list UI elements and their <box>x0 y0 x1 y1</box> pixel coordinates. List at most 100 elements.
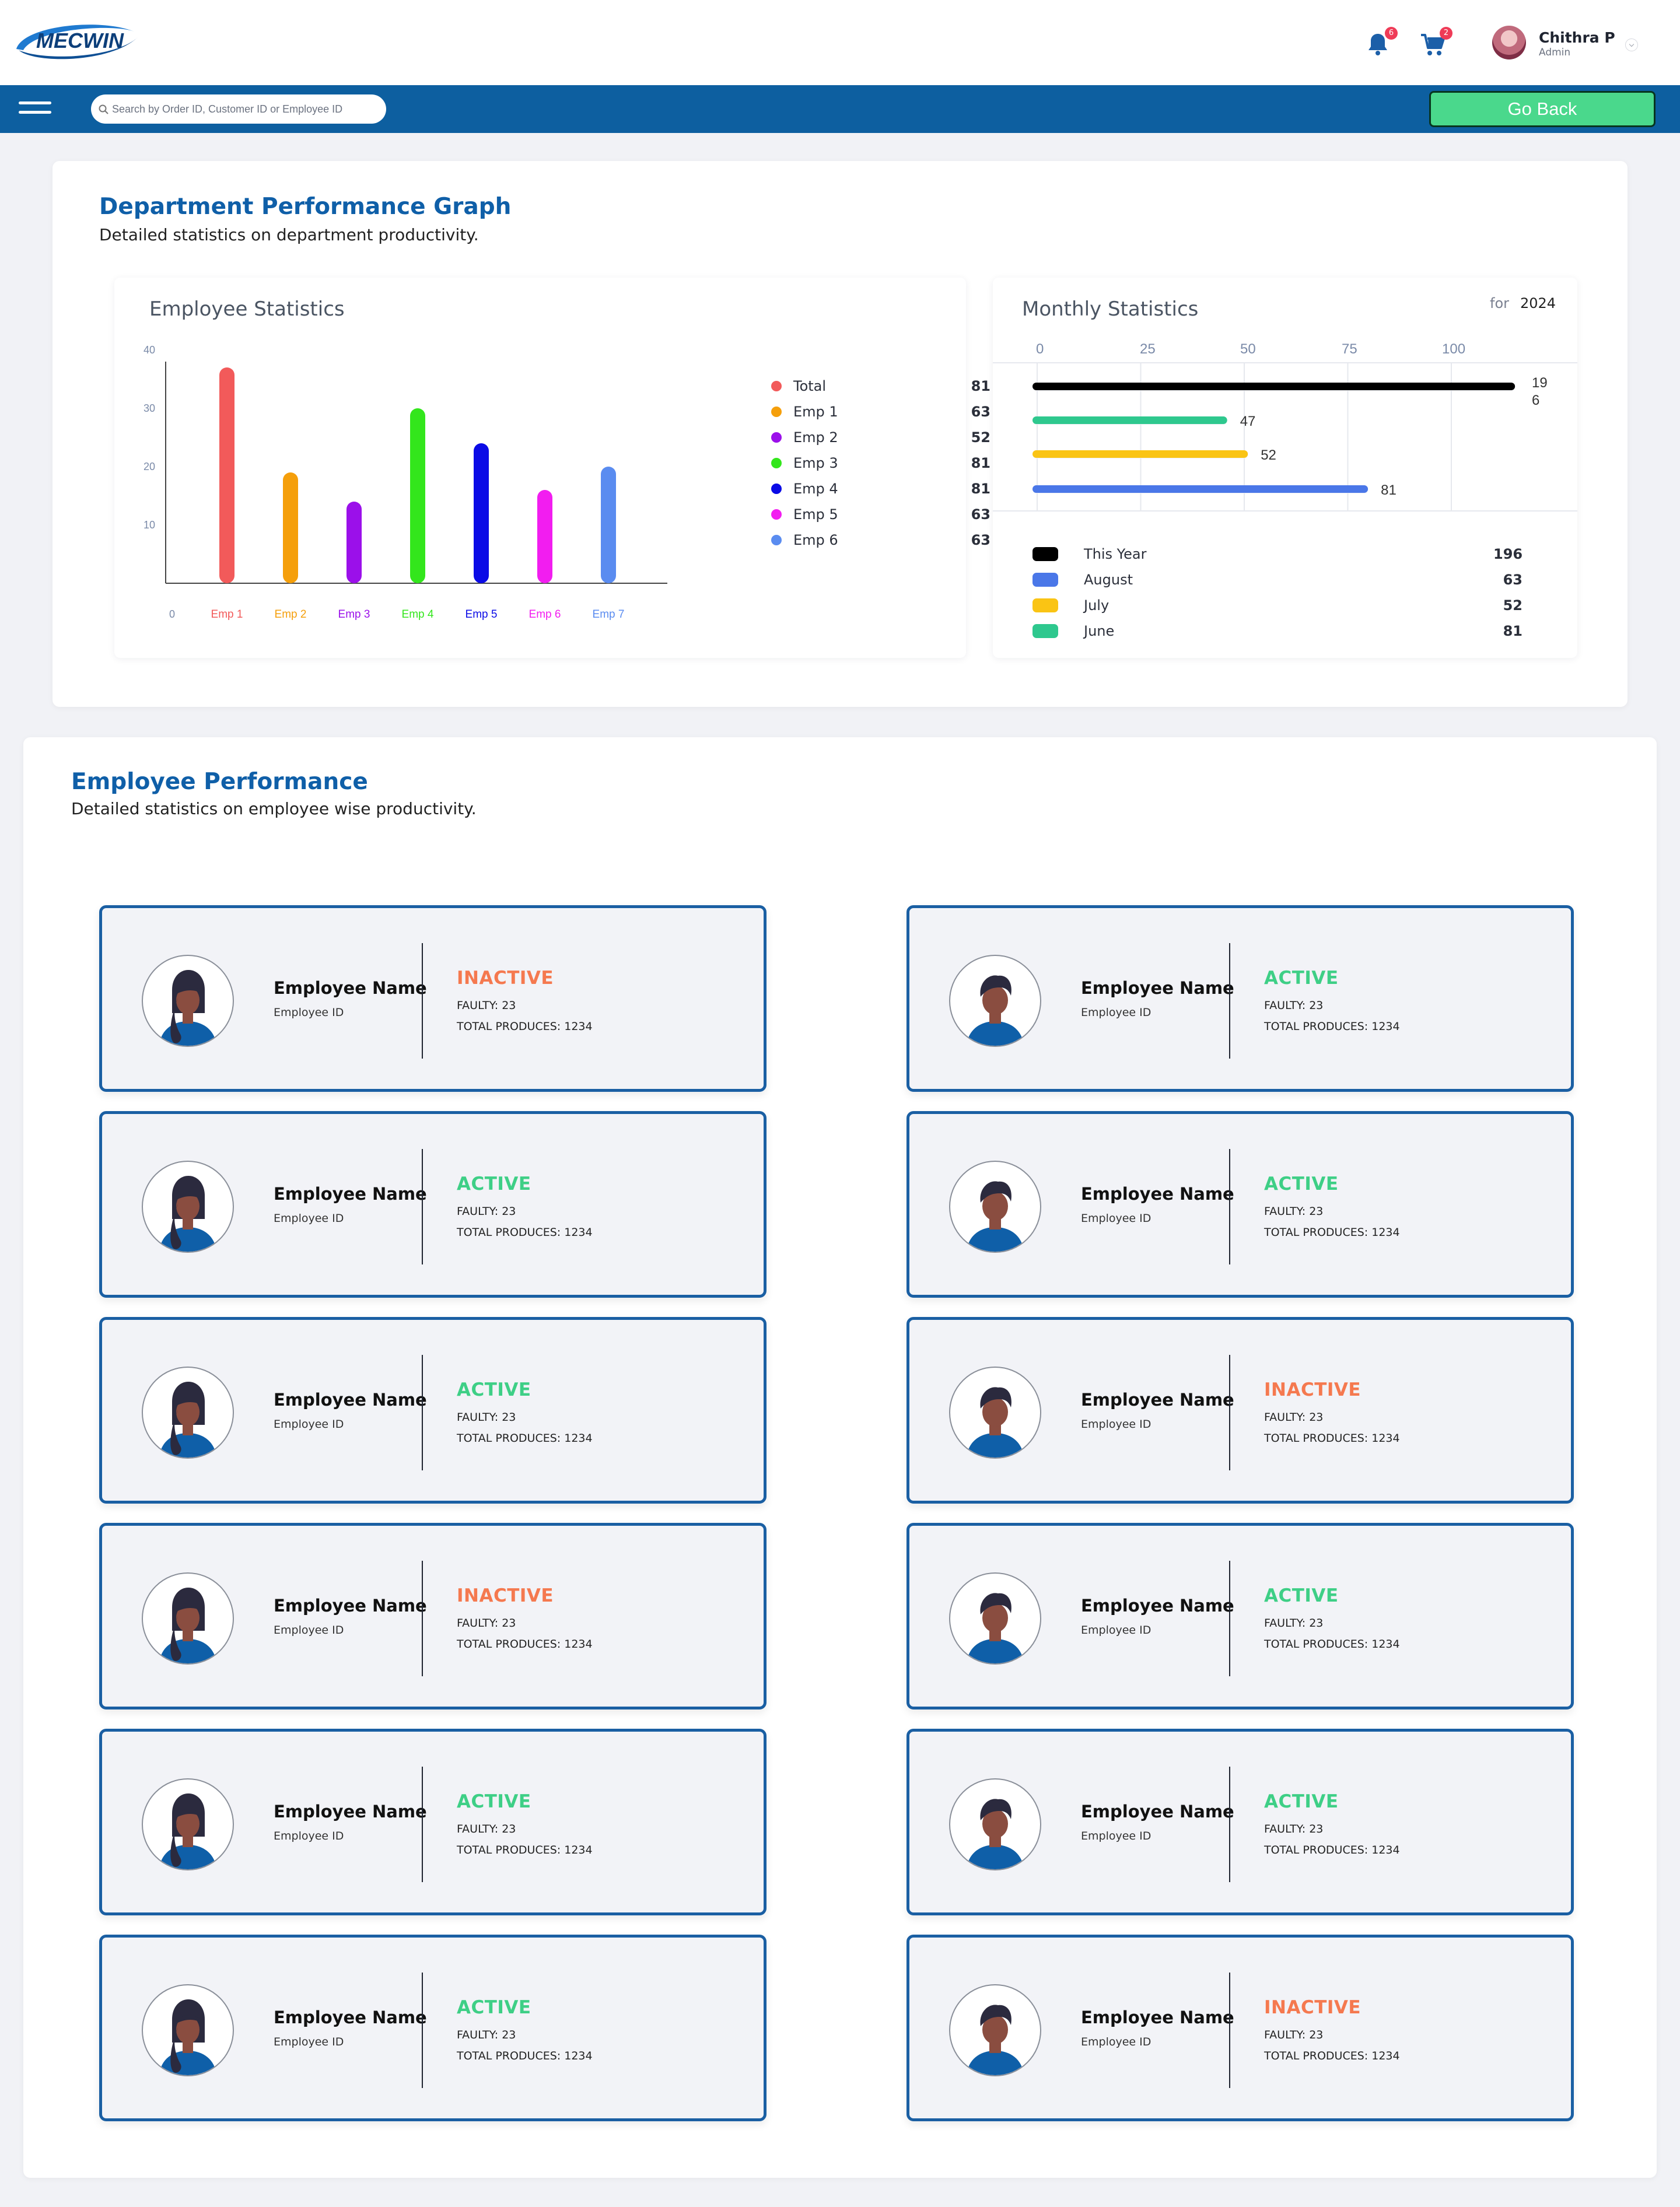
bar-emp-2 <box>283 472 298 583</box>
x-tick-label: Emp 6 <box>529 608 561 621</box>
total-produces: TOTAL PRODUCES: 1234 <box>457 1638 593 1651</box>
female-avatar-icon <box>142 1367 234 1459</box>
legend-dot <box>771 458 782 468</box>
employee-card[interactable]: Employee Name Employee ID ACTIVE FAULTY: 23… <box>99 1729 766 1915</box>
monthly-statistics-chart: 0 25 50 75 100 19 6 47 52 81 <box>993 341 1577 512</box>
employee-name: Employee Name <box>274 1596 427 1616</box>
total-produces: TOTAL PRODUCES: 1234 <box>457 1226 593 1239</box>
monthly-legend-item[interactable]: This Year 196 <box>1032 544 1534 567</box>
employee-id: Employee ID <box>274 2036 344 2048</box>
divider <box>422 1355 423 1470</box>
total-produces: TOTAL PRODUCES: 1234 <box>457 2050 593 2062</box>
user-name[interactable]: Chithra P <box>1539 29 1615 46</box>
legend-value: 52 <box>971 429 991 446</box>
notification-bell-icon[interactable]: 6 <box>1364 27 1398 58</box>
total-produces: TOTAL PRODUCES: 1234 <box>457 1844 593 1856</box>
x-origin-label: 0 <box>169 608 175 620</box>
legend-item[interactable]: Emp 5 63 <box>771 504 1005 525</box>
faulty-count: FAULTY: 23 <box>457 2029 516 2041</box>
employee-card[interactable]: Employee Name Employee ID ACTIVE FAULTY: 23… <box>907 905 1574 1092</box>
employee-id: Employee ID <box>1081 1212 1152 1225</box>
employee-statistics-chart: 10 20 30 40 0 Emp 1 Emp 2 Emp 3 Emp 4 Emp 5 Emp 6 E… <box>144 344 667 621</box>
legend-swatch <box>1032 573 1058 587</box>
employee-name: Employee Name <box>274 1184 427 1204</box>
legend-item[interactable]: Emp 2 52 <box>771 427 1005 448</box>
divider <box>422 1973 423 2088</box>
mecwin-logo[interactable]: MECWIN <box>12 14 140 66</box>
female-avatar-icon <box>142 1984 234 2076</box>
user-avatar[interactable] <box>1492 26 1526 59</box>
go-back-button[interactable]: Go Back <box>1429 91 1656 127</box>
search-input[interactable] <box>112 94 380 124</box>
monthly-legend-item[interactable]: July 52 <box>1032 595 1534 618</box>
chevron-down-icon[interactable] <box>1625 38 1638 51</box>
divider <box>422 943 423 1059</box>
divider <box>1229 943 1230 1059</box>
bar-2 <box>1032 450 1248 458</box>
status-badge: ACTIVE <box>457 1791 531 1812</box>
employee-name: Employee Name <box>274 1390 427 1410</box>
x-tick-label: 25 <box>1140 341 1156 357</box>
bar-value-label: 19 6 <box>1532 375 1548 408</box>
legend-dot <box>771 407 782 417</box>
employee-card[interactable]: Employee Name Employee ID INACTIVE FAULTY: … <box>907 1935 1574 2121</box>
top-header: MECWIN 6 2 Chithra P Admin <box>0 0 1680 85</box>
employee-card[interactable]: Employee Name Employee ID ACTIVE FAULTY: 23… <box>907 1729 1574 1915</box>
male-avatar-icon <box>949 1161 1041 1253</box>
monthly-legend-item[interactable]: August 63 <box>1032 569 1534 593</box>
legend-swatch <box>1032 624 1058 638</box>
cart-icon[interactable]: 2 <box>1419 27 1452 58</box>
faulty-count: FAULTY: 23 <box>457 1617 516 1630</box>
legend-item[interactable]: Emp 3 81 <box>771 453 1005 474</box>
legend-item[interactable]: Total 81 <box>771 376 1005 397</box>
x-tick-label: 0 <box>1036 341 1044 357</box>
divider <box>1229 1767 1230 1882</box>
legend-label: July <box>1084 597 1110 614</box>
search-box[interactable] <box>91 94 386 124</box>
bar-0 <box>1032 383 1516 390</box>
legend-dot <box>771 432 782 443</box>
faulty-count: FAULTY: 23 <box>1264 1823 1324 1835</box>
bar-emp-6 <box>537 490 552 583</box>
faulty-count: FAULTY: 23 <box>457 1823 516 1835</box>
male-avatar-icon <box>949 1572 1041 1665</box>
employee-card[interactable]: Employee Name Employee ID ACTIVE FAULTY: 23… <box>907 1111 1574 1298</box>
legend-dot <box>771 381 782 391</box>
employee-card[interactable]: Employee Name Employee ID ACTIVE FAULTY: 23… <box>99 1935 766 2121</box>
legend-item[interactable]: Emp 4 81 <box>771 478 1005 499</box>
y-tick-label: 40 <box>144 344 155 356</box>
faulty-count: FAULTY: 23 <box>1264 1205 1324 1218</box>
male-avatar-icon <box>949 1778 1041 1870</box>
female-avatar-icon <box>142 955 234 1047</box>
employee-name: Employee Name <box>1081 1184 1234 1204</box>
employee-card[interactable]: Employee Name Employee ID ACTIVE FAULTY: 23… <box>99 1317 766 1504</box>
user-role: Admin <box>1539 47 1571 58</box>
legend-value: 63 <box>1503 572 1522 588</box>
legend-dot <box>771 535 782 545</box>
female-avatar-icon <box>142 1778 234 1870</box>
menu-icon[interactable] <box>19 99 51 120</box>
faulty-count: FAULTY: 23 <box>457 999 516 1012</box>
monthly-legend-item[interactable]: June 81 <box>1032 621 1534 644</box>
y-tick-label: 10 <box>144 519 155 531</box>
legend-item[interactable]: Emp 6 63 <box>771 530 1005 551</box>
employee-card[interactable]: Employee Name Employee ID INACTIVE FAULTY: … <box>99 905 766 1092</box>
legend-label: Emp 1 <box>793 404 838 420</box>
x-tick-label: 50 <box>1240 341 1256 357</box>
employee-name: Employee Name <box>1081 2008 1234 2027</box>
employee-id: Employee ID <box>274 1418 344 1431</box>
legend-label: June <box>1084 623 1115 639</box>
status-badge: INACTIVE <box>1264 1997 1362 2018</box>
total-produces: TOTAL PRODUCES: 1234 <box>1264 1432 1400 1445</box>
employee-id: Employee ID <box>1081 1006 1152 1019</box>
employee-card[interactable]: Employee Name Employee ID ACTIVE FAULTY: 23… <box>99 1111 766 1298</box>
x-tick-label: Emp 2 <box>275 608 307 621</box>
employee-id: Employee ID <box>274 1006 344 1019</box>
legend-item[interactable]: Emp 1 63 <box>771 401 1005 422</box>
employee-card[interactable]: Employee Name Employee ID INACTIVE FAULTY: … <box>99 1523 766 1709</box>
employee-card[interactable]: Employee Name Employee ID INACTIVE FAULTY: … <box>907 1317 1574 1504</box>
employee-card[interactable]: Employee Name Employee ID ACTIVE FAULTY: 23… <box>907 1523 1574 1709</box>
faulty-count: FAULTY: 23 <box>457 1411 516 1424</box>
bar-emp-1 <box>219 367 235 583</box>
legend-value: 81 <box>971 481 991 497</box>
